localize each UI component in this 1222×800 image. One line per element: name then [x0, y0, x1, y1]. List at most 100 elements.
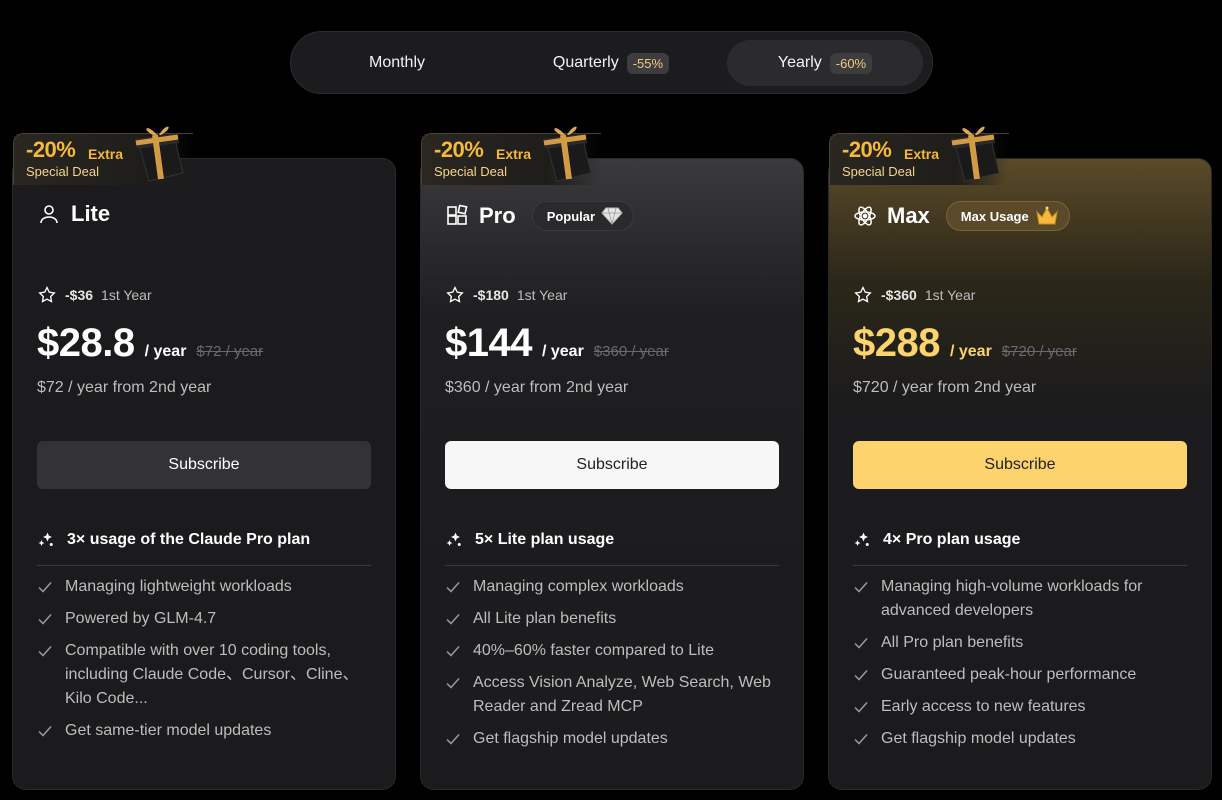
discount-amount: -$180 [473, 287, 509, 303]
check-icon [853, 663, 869, 687]
feature-item: Guaranteed peak-hour performance [853, 663, 1187, 687]
price-row: $288 / year $720 / year [853, 321, 1077, 366]
plan-card-pro: -20% Extra Special Deal Pro Popular -$18… [420, 126, 804, 790]
ribbon-percent: -20% [26, 137, 76, 162]
user-icon [40, 205, 58, 224]
ribbon-deal: Special Deal [26, 164, 99, 179]
discount-amount: -$360 [881, 287, 917, 303]
subscribe-button[interactable]: Subscribe [853, 441, 1187, 489]
gift-icon [543, 126, 592, 182]
plan-name: Max [887, 203, 930, 228]
divider [853, 565, 1187, 566]
discount-period: 1st Year [516, 287, 568, 303]
price-period: / year [949, 343, 992, 360]
plan-name: Pro [479, 203, 516, 228]
feature-item: All Pro plan benefits [853, 631, 1187, 655]
star-icon [854, 285, 872, 303]
price-period: / year [144, 343, 187, 360]
feature-list: Managing complex workloads All Lite plan… [445, 575, 779, 759]
plan-name: Lite [71, 201, 111, 226]
max-usage-badge: Max Usage [945, 201, 1070, 231]
check-icon [37, 607, 53, 631]
check-icon [853, 631, 869, 655]
feature-item: Get same-tier model updates [37, 719, 371, 743]
original-price: $720 / year [1001, 343, 1077, 360]
usage-headline-text: 5× Lite plan usage [475, 531, 615, 548]
ribbon-extra: Extra [904, 146, 940, 162]
check-icon [445, 575, 461, 599]
gift-icon [951, 126, 1000, 182]
ribbon-extra: Extra [496, 146, 532, 162]
original-price: $360 / year [593, 343, 669, 360]
sparkle-icon [38, 532, 53, 546]
original-price: $72 / year [196, 343, 264, 360]
ribbon-deal: Special Deal [842, 164, 915, 179]
crown-icon [1035, 206, 1058, 225]
gift-icon [135, 126, 184, 182]
popular-badge-label: Popular [546, 208, 596, 224]
first-year-discount: -$180 1st Year [445, 285, 567, 305]
feature-item: Managing high-volume workloads for advan… [853, 575, 1187, 623]
feature-list: Managing lightweight workloads Powered b… [37, 575, 371, 751]
sparkle-icon [854, 532, 869, 546]
feature-item: Early access to new features [853, 695, 1187, 719]
price-row: $28.8 / year $72 / year [37, 321, 263, 366]
renewal-price: $72 / year from 2nd year [37, 379, 212, 396]
ribbon-percent: -20% [434, 137, 484, 162]
plan-title-row: Max Max Usage [853, 201, 1070, 231]
check-icon [445, 671, 461, 695]
feature-item: Access Vision Analyze, Web Search, Web R… [445, 671, 779, 719]
feature-item: Managing complex workloads [445, 575, 779, 599]
feature-item: 40%–60% faster compared to Lite [445, 639, 779, 663]
ribbon-percent: -20% [842, 137, 892, 162]
usage-headline: 5× Lite plan usage [445, 531, 614, 549]
feature-list: Managing high-volume workloads for advan… [853, 575, 1187, 759]
popular-badge: Popular [531, 201, 635, 231]
feature-item: Compatible with over 10 coding tools, in… [37, 639, 371, 711]
billing-period-toggle: Monthly Quarterly -55% Yearly -60% [290, 31, 933, 94]
check-icon [445, 639, 461, 663]
toggle-quarterly-label: Quarterly [552, 54, 619, 71]
feature-item: Powered by GLM-4.7 [37, 607, 371, 631]
feature-item: Managing lightweight workloads [37, 575, 371, 599]
grid-icon [447, 204, 468, 225]
quarterly-discount-badge: -55% [626, 52, 670, 74]
diamond-icon [601, 207, 623, 225]
price-period: / year [541, 343, 584, 360]
renewal-price: $360 / year from 2nd year [445, 379, 629, 396]
subscribe-button[interactable]: Subscribe [445, 441, 779, 489]
toggle-yearly-label: Yearly [777, 54, 822, 71]
check-icon [853, 695, 869, 719]
toggle-monthly-label: Monthly [368, 54, 426, 71]
max-usage-badge-label: Max Usage [960, 208, 1029, 224]
subscribe-button[interactable]: Subscribe [37, 441, 371, 489]
discount-amount: -$36 [65, 287, 94, 303]
feature-item: Get flagship model updates [853, 727, 1187, 751]
toggle-monthly[interactable]: Monthly [299, 40, 495, 86]
ribbon-extra: Extra [88, 146, 124, 162]
check-icon [37, 719, 53, 743]
check-icon [445, 727, 461, 751]
divider [37, 565, 371, 566]
price: $288 [853, 321, 940, 365]
check-icon [445, 607, 461, 631]
discount-period: 1st Year [101, 287, 152, 303]
check-icon [853, 575, 869, 599]
atom-icon [854, 206, 876, 226]
ribbon-deal: Special Deal [434, 164, 507, 179]
usage-headline: 4× Pro plan usage [853, 531, 1020, 549]
feature-item: Get flagship model updates [445, 727, 779, 751]
toggle-quarterly[interactable]: Quarterly -55% [513, 40, 709, 86]
check-icon [37, 639, 53, 663]
yearly-discount-badge: -60% [829, 52, 873, 74]
star-icon [446, 285, 464, 303]
plan-title-row: Pro Popular [445, 201, 635, 231]
plan-card-lite: -20% Extra Special Deal Lite -$36 1st Ye… [12, 126, 396, 790]
price: $28.8 [37, 321, 135, 365]
usage-headline: 3× usage of the Claude Pro plan [37, 531, 310, 549]
toggle-yearly[interactable]: Yearly -60% [727, 40, 923, 86]
feature-item: All Lite plan benefits [445, 607, 779, 631]
plan-title-row: Lite [37, 201, 110, 227]
sparkle-icon [446, 532, 461, 546]
usage-headline-text: 4× Pro plan usage [883, 531, 1021, 548]
